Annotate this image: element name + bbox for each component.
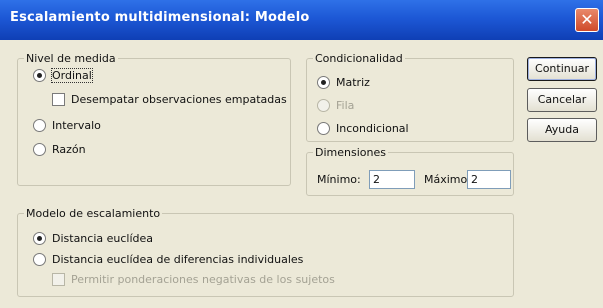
radio-incondicional[interactable]: Incondicional: [317, 121, 409, 137]
radio-fila[interactable]: Fila: [317, 98, 354, 114]
window-title: Escalamiento multidimensional: Modelo: [10, 10, 310, 25]
cancelar-button[interactable]: Cancelar: [527, 88, 597, 112]
checkbox-desempatar-label: Desempatar observaciones empatadas: [71, 93, 287, 106]
minimo-input[interactable]: 2: [369, 170, 415, 189]
checkbox-permitir[interactable]: Permitir ponderaciones negativas de los …: [52, 272, 335, 288]
radio-distancia-individuales[interactable]: Distancia euclídea de diferencias indivi…: [33, 252, 303, 268]
radio-razon-label: Razón: [52, 143, 86, 156]
radio-fila-indicator[interactable]: [317, 98, 330, 112]
radio-intervalo[interactable]: Intervalo: [33, 118, 101, 134]
radio-distancia-euclidea[interactable]: Distancia euclídea: [33, 231, 153, 247]
radio-intervalo-indicator[interactable]: [33, 118, 46, 132]
maximo-label: Máximo:: [424, 173, 471, 186]
maximo-input[interactable]: 2: [467, 170, 511, 189]
radio-matriz-indicator[interactable]: [317, 75, 330, 89]
radio-distancia-individuales-indicator[interactable]: [33, 252, 46, 266]
condicionalidad-legend: Condicionalidad: [315, 52, 403, 65]
radio-ordinal-indicator[interactable]: [33, 68, 46, 82]
radio-distancia-individuales-label: Distancia euclídea de diferencias indivi…: [52, 253, 304, 266]
close-icon[interactable]: ✕: [575, 8, 599, 32]
nivel-medida-legend: Nivel de medida: [26, 52, 116, 65]
radio-ordinal-label: Ordinal: [51, 68, 93, 83]
ayuda-button[interactable]: Ayuda: [527, 118, 597, 142]
checkbox-desempatar[interactable]: Desempatar observaciones empatadas: [52, 92, 287, 108]
checkbox-permitir-box[interactable]: [52, 272, 65, 286]
radio-distancia-euclidea-label: Distancia euclídea: [52, 232, 154, 245]
radio-intervalo-label: Intervalo: [52, 119, 101, 132]
radio-distancia-euclidea-indicator[interactable]: [33, 231, 46, 245]
radio-fila-label: Fila: [336, 99, 355, 112]
radio-incondicional-label: Incondicional: [336, 122, 409, 135]
continuar-button[interactable]: Continuar: [527, 57, 597, 81]
radio-matriz[interactable]: Matriz: [317, 75, 370, 91]
radio-razon[interactable]: Razón: [33, 142, 86, 158]
modelo-legend: Modelo de escalamiento: [26, 207, 161, 220]
title-bar[interactable]: Escalamiento multidimensional: Modelo ✕: [0, 0, 603, 40]
dimensiones-legend: Dimensiones: [315, 146, 386, 159]
radio-incondicional-indicator[interactable]: [317, 121, 330, 135]
minimo-label: Mínimo:: [317, 173, 361, 186]
checkbox-desempatar-box[interactable]: [52, 92, 65, 106]
radio-matriz-label: Matriz: [336, 76, 370, 89]
dialog-window: Escalamiento multidimensional: Modelo ✕ …: [0, 0, 603, 308]
checkbox-permitir-label: Permitir ponderaciones negativas de los …: [71, 273, 335, 286]
radio-ordinal[interactable]: Ordinal: [33, 68, 93, 84]
radio-razon-indicator[interactable]: [33, 142, 46, 156]
